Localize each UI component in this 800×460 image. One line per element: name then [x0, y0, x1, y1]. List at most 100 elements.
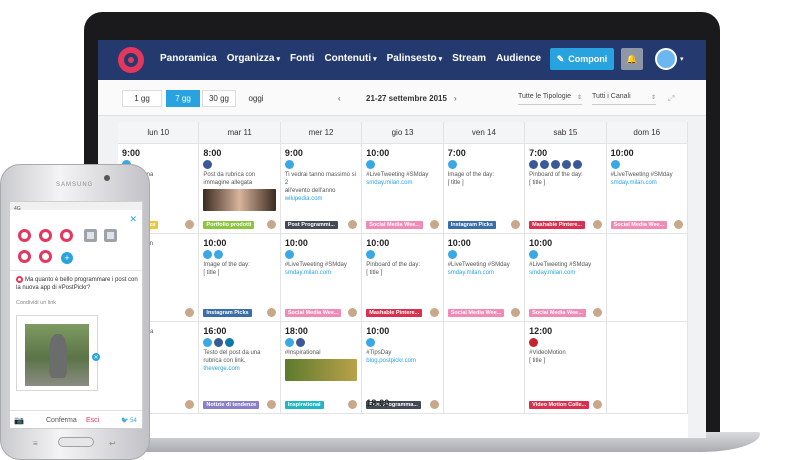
calendar-slot[interactable]: 10:00 #LiveTweeting #SMday smday.milan.com… [280, 234, 363, 322]
nav-item-panoramica[interactable]: Panoramica [160, 53, 217, 64]
nav-item-fonti[interactable]: Fonti [290, 53, 314, 64]
range-7-days[interactable]: 7 gg [166, 90, 200, 107]
post-message-field[interactable]: Ma quanto è bello programmare i post con… [16, 276, 138, 292]
post-link[interactable]: smday.milan.com [366, 180, 438, 186]
scheduled-post[interactable]: 10:00 #LiveTweeting #SMday smday.milan.com [529, 238, 601, 276]
post-text: #LiveTweeting #SMday [529, 262, 592, 268]
calendar-slot[interactable] [606, 322, 688, 414]
calendar-slot[interactable]: 10:00 #LiveTweeting #SMday smday.milan.com… [362, 144, 444, 234]
post-link[interactable]: smday.milan.com [611, 180, 683, 186]
calendar-slot[interactable] [443, 322, 526, 414]
calendar-slot[interactable]: 10:00 #TipsDay blog.postpickr.com Post Prog… [362, 322, 444, 414]
expand-icon[interactable]: ⤢ [668, 94, 674, 104]
calendar-slot[interactable]: 12:00 #VideoMotion [ title ] Video Motion … [525, 322, 607, 414]
prev-week-icon[interactable]: ‹ [338, 94, 341, 103]
calendar-slot[interactable]: 10:00 #LiveTweeting #SMday smday.milan.com… [525, 234, 607, 322]
scheduled-post[interactable]: 8:00 Post da rubrica con immagine allegat… [203, 148, 276, 211]
scheduled-post[interactable]: 10:00 #LiveTweeting #SMday smday.milan.com [447, 238, 520, 276]
avatar-chevron-down-icon[interactable]: ▾ [680, 55, 684, 63]
content-category-tag: Post Programmi... [284, 221, 338, 229]
today-button[interactable]: oggi [240, 90, 272, 107]
nav-item-palinsesto[interactable]: Palinsesto ▾ [387, 53, 443, 64]
scheduled-post[interactable]: 10:00 Pinboard of the day: [ title ] [366, 238, 438, 277]
scheduled-post[interactable]: 10:00 Image of the day: [ title ] [203, 238, 275, 277]
calendar-slot[interactable]: 9:00 Ti vedrai tanno massimo si 2 all'eve… [280, 144, 363, 234]
post-link[interactable]: wikipedia.com [285, 196, 357, 202]
calendar-slot[interactable]: 18:00 #Inspirational Inspirational [280, 322, 363, 414]
content-category-tag: Video Motion Colle... [529, 401, 590, 409]
post-time: 7:00 [529, 148, 548, 158]
post-link[interactable]: blog.postpickr.com [366, 358, 438, 364]
post-time: 10:00 [203, 238, 227, 248]
twitter-icon [610, 160, 620, 169]
next-week-icon[interactable]: › [454, 94, 457, 103]
post-time: 18:00 [366, 398, 390, 408]
profile-selector[interactable] [84, 229, 97, 242]
remove-image-icon[interactable]: ✕ [92, 353, 100, 361]
nav-item-contenuti[interactable]: Contenuti ▾ [324, 53, 376, 64]
calendar-slot[interactable]: 10:00 #LiveTweeting #SMday smday.milan.com… [443, 234, 526, 322]
content-category-tag: Inspirational [284, 401, 324, 409]
calendar-slot[interactable] [606, 234, 688, 322]
calendar-slot[interactable]: 10:00 Pinboard of the day: [ title ] Masha… [362, 234, 444, 322]
postpickr-logo-icon[interactable] [118, 47, 144, 73]
calendar-slot[interactable]: 8:00 Post da rubrica con immagine allegat… [199, 144, 281, 234]
scheduled-post[interactable]: 9:00 Ti vedrai tanno massimo si 2 all'eve… [284, 148, 357, 202]
post-link[interactable]: theverge.com [203, 366, 275, 372]
menu-key-icon[interactable]: ≡ [33, 439, 38, 448]
calendar-slot[interactable]: 10:00 #LiveTweeting #SMday smday.milan.com… [606, 144, 688, 234]
day-header: gio 13 [362, 122, 444, 144]
confirm-button[interactable]: Conferma [46, 417, 77, 424]
nav-item-organizza[interactable]: Organizza ▾ [227, 53, 280, 64]
post-link[interactable]: smday.milan.com [448, 270, 520, 276]
exit-button[interactable]: Esci [86, 417, 99, 424]
home-button[interactable] [58, 437, 94, 447]
compose-button[interactable]: ✎ Componi [550, 48, 614, 70]
compose-label: Componi [568, 54, 608, 64]
scheduled-post[interactable]: 16:00 Testo del post da una rubrica con l… [203, 326, 275, 372]
bell-icon: 🔔 [626, 53, 638, 64]
profile-selector[interactable] [39, 250, 52, 263]
post-time: 10:00 [447, 238, 471, 248]
nav-item-stream[interactable]: Stream [452, 53, 486, 64]
scheduled-post[interactable]: 18:00 #Inspirational [284, 326, 358, 381]
filter-types-select[interactable]: Tutte le Tipologie ⇕ [518, 93, 582, 105]
calendar-slot[interactable]: 16:00 Testo del post da una rubrica con l… [199, 322, 281, 414]
scheduled-post[interactable]: 10:00 #LiveTweeting #SMday smday.milan.com [284, 238, 357, 276]
day-header: ven 14 [443, 122, 526, 144]
facebook-icon [295, 338, 305, 347]
calendar-slot[interactable]: 7:00 Pinboard of the day: [ title ] Mashab… [525, 144, 607, 234]
scheduled-post[interactable]: 10:00 #LiveTweeting #SMday smday.milan.com [610, 148, 683, 186]
user-avatar[interactable] [655, 48, 677, 70]
range-30-days[interactable]: 30 gg [202, 90, 236, 107]
scheduled-post[interactable]: 12:00 #VideoMotion [ title ] [529, 326, 601, 365]
filter-types-value: Tutte le Tipologie [518, 93, 572, 100]
profile-selector[interactable] [104, 229, 117, 242]
scheduled-post[interactable]: 7:00 Pinboard of the day: [ title ] [529, 148, 601, 187]
profile-selector[interactable] [39, 229, 52, 242]
nav-item-audience[interactable]: Audience [496, 53, 541, 64]
close-icon[interactable]: ✕ [129, 214, 137, 225]
profile-selector[interactable] [60, 229, 73, 242]
add-link-field[interactable]: Condividi un link [16, 300, 56, 306]
scheduled-post[interactable]: 7:00 Image of the day: [ title ] [447, 148, 520, 187]
author-avatar [348, 400, 358, 409]
camera-icon[interactable]: 📷 [14, 416, 24, 425]
scheduled-post[interactable]: 10:00 #TipsDay blog.postpickr.com [366, 326, 438, 364]
back-key-icon[interactable]: ↩ [109, 439, 116, 448]
profile-selector[interactable] [18, 250, 31, 263]
post-link[interactable]: smday.milan.com [285, 270, 357, 276]
calendar-slot[interactable]: 7:00 Image of the day: [ title ] Instagram… [443, 144, 526, 234]
author-avatar [348, 220, 358, 229]
nav-item-label: Organizza [226, 53, 275, 64]
notifications-button[interactable]: 🔔 [621, 48, 643, 70]
twitter-icon [529, 250, 539, 259]
scheduled-post[interactable]: 10:00 #LiveTweeting #SMday smday.milan.com [366, 148, 438, 186]
range-1-day[interactable]: 1 gg [122, 90, 162, 107]
day-header: lun 10 [118, 122, 200, 144]
add-profile-button[interactable]: + [61, 252, 73, 264]
post-link[interactable]: smday.milan.com [529, 270, 601, 276]
profile-selector[interactable] [18, 229, 31, 242]
filter-channels-select[interactable]: Tutti i Canali ⇕ [592, 93, 656, 105]
calendar-slot[interactable]: 10:00 Image of the day: [ title ] Instagra… [199, 234, 281, 322]
